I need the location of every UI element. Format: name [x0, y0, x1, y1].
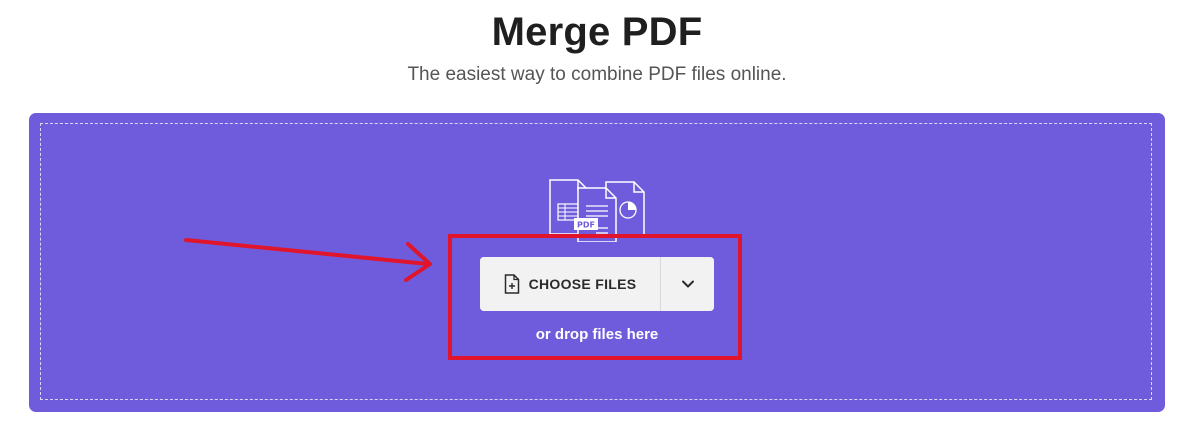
pdf-badge: PDF — [577, 221, 595, 230]
annotation-arrow-icon — [184, 238, 432, 282]
annotation-highlight-box — [448, 234, 742, 360]
documents-icon: PDF — [549, 179, 645, 242]
page-subtitle: The easiest way to combine PDF files onl… — [407, 64, 787, 85]
page-title: Merge PDF — [491, 10, 703, 54]
